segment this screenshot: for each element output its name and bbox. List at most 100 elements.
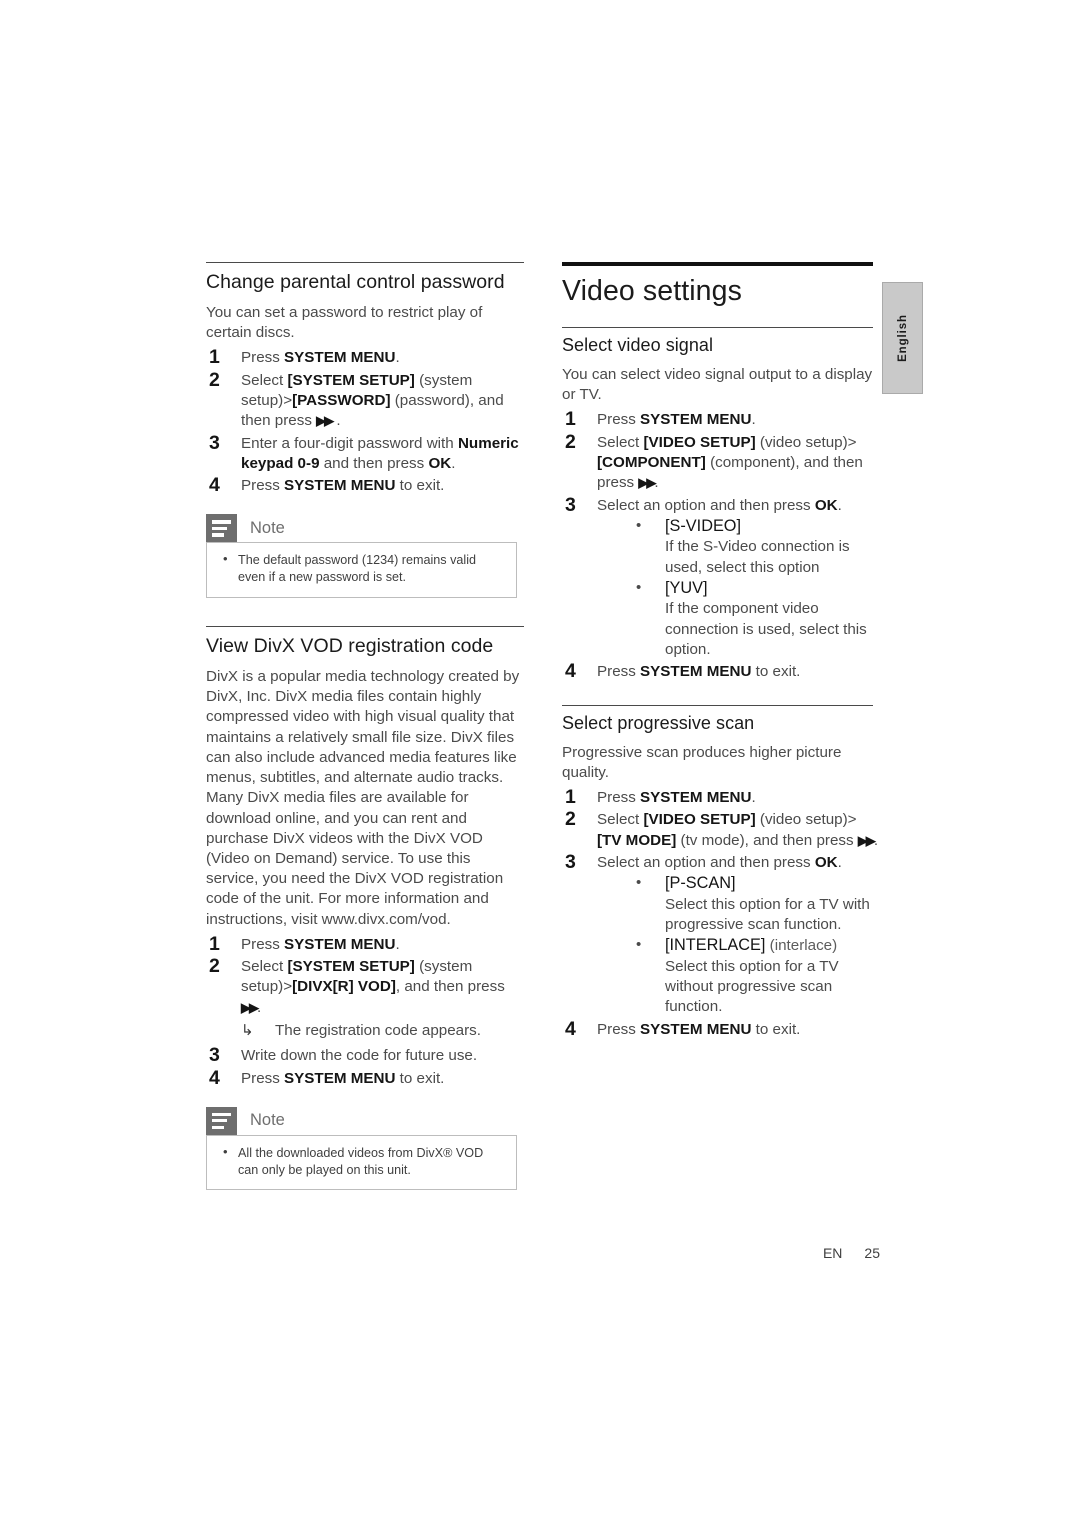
step-item: Press SYSTEM MENU to exit.	[206, 474, 524, 496]
language-tab: English	[882, 282, 923, 394]
steps-list: Press SYSTEM MENU. Select [SYSTEM SETUP]…	[206, 933, 524, 1089]
step-item: Press SYSTEM MENU to exit.	[206, 1066, 524, 1088]
right-column: Video settings Select video signal You c…	[562, 262, 880, 1042]
step-item: Press SYSTEM MENU to exit.	[562, 660, 880, 682]
bullet-icon: •	[636, 578, 642, 596]
option-description: Select this option for a TV without prog…	[665, 957, 839, 1016]
option-description: If the S-Video connection is used, selec…	[665, 538, 850, 576]
step-item: Press SYSTEM MENU.	[206, 346, 524, 368]
step-keyword: SYSTEM MENU	[640, 663, 752, 681]
step-text-suffix: .	[332, 412, 341, 430]
step-keyword-2: [PASSWORD]	[292, 392, 391, 409]
option-name: [INTERLACE] (interlace)	[665, 935, 880, 957]
fast-forward-icon: ▶▶	[638, 475, 656, 491]
steps-list: Press SYSTEM MENU. Select [VIDEO SETUP] …	[562, 786, 880, 1040]
note-title: Note	[250, 518, 285, 537]
step-text-suffix: .	[837, 496, 842, 514]
step-keyword: [SYSTEM SETUP]	[287, 371, 415, 389]
option-label: [P-SCAN]	[665, 874, 736, 893]
step-text: Press	[241, 1069, 285, 1087]
step-text: Press	[241, 349, 285, 367]
step-text-suffix: .	[395, 349, 400, 367]
section-intro-text: You can set a password to restrict play …	[206, 304, 483, 342]
step-text: Select	[597, 433, 644, 451]
note-body: • All the downloaded videos from DivX® VO…	[206, 1134, 517, 1191]
note-item: • All the downloaded videos from DivX® VO…	[217, 1143, 506, 1179]
note-title: Note	[250, 1111, 285, 1130]
step-text: Select an option and then press	[597, 853, 815, 871]
section-change-parental-control-password: Change parental control password You can…	[206, 262, 524, 599]
step-item: Press SYSTEM MENU.	[562, 408, 880, 430]
bullet-icon: •	[223, 1143, 228, 1159]
step-text: Write down the code for future use.	[241, 1047, 478, 1065]
bullet-icon: •	[223, 551, 228, 567]
step-keyword: SYSTEM MENU	[640, 1020, 752, 1038]
step-keyword: OK	[814, 853, 838, 871]
left-column: Change parental control password You can…	[206, 262, 524, 1191]
page-title: Video settings	[562, 275, 742, 307]
step-text: Select	[241, 958, 288, 976]
section-select-progressive-scan: Select progressive scan Progressive scan…	[562, 704, 880, 1040]
section-rule	[562, 704, 873, 706]
step-text-suffix: .	[837, 853, 842, 871]
language-tab-label: English	[896, 314, 909, 362]
section-rule	[206, 626, 524, 628]
note-box: Note • All the downloaded videos from Div…	[206, 1106, 517, 1191]
step-text-suffix: .	[873, 831, 879, 849]
step-text: Press	[597, 663, 641, 681]
section-intro-text: DivX is a popular media technology creat…	[206, 668, 520, 928]
option-paren: (interlace)	[765, 937, 838, 955]
bullet-icon: •	[636, 936, 642, 954]
step-text: Select an option and then press	[597, 496, 815, 514]
section-heading: Select video signal	[562, 335, 714, 355]
step-item: Select an option and then press OK. • [S…	[562, 494, 880, 661]
fast-forward-icon: ▶▶	[241, 999, 259, 1015]
option-label: [YUV]	[665, 578, 708, 597]
step-text: Press	[597, 411, 641, 429]
step-text-mid-2: (tv mode), and then press	[676, 831, 858, 849]
step-text-suffix: .	[257, 998, 262, 1016]
step-keyword: OK	[814, 496, 838, 514]
step-keyword: [VIDEO SETUP]	[643, 811, 756, 829]
step-item: Select [SYSTEM SETUP] (system setup)>[DI…	[206, 955, 524, 1041]
step-item: Select an option and then press OK. • [P…	[562, 851, 880, 1018]
step-item: Press SYSTEM MENU.	[562, 786, 880, 808]
bullet-icon: •	[636, 874, 642, 892]
option-name: [P-SCAN]	[665, 873, 880, 895]
step-text-suffix: .	[751, 411, 756, 429]
step-text-suffix: to exit.	[395, 1069, 445, 1087]
note-header: Note	[206, 514, 517, 543]
section-intro-text: You can select video signal output to a …	[562, 366, 873, 404]
options-list: • [S-VIDEO] If the S-Video connection is…	[597, 516, 880, 660]
step-keyword: [SYSTEM SETUP]	[287, 958, 415, 976]
step-text: Select	[241, 371, 288, 389]
step-text-suffix: .	[395, 935, 400, 953]
step-item: Select [VIDEO SETUP] (video setup)> [TV M…	[562, 808, 880, 851]
note-lines-icon	[206, 514, 237, 543]
section-rule	[206, 262, 524, 263]
step-text: Select	[597, 811, 644, 829]
step-text-mid: (video setup)>	[755, 433, 857, 451]
option-item: • [YUV] If the component video connectio…	[597, 578, 880, 660]
option-description: If the component video connection is use…	[665, 600, 867, 659]
section-heading: View DivX VOD registration code	[206, 635, 494, 658]
step-keyword: SYSTEM MENU	[284, 477, 396, 495]
section-heading: Change parental control password	[206, 271, 505, 293]
section-view-divx-vod-registration-code: View DivX VOD registration code DivX is …	[206, 626, 524, 1191]
step-text: Press	[241, 935, 285, 953]
step-text-suffix: .	[451, 454, 456, 472]
step-text: Press	[241, 477, 285, 495]
step-text-mid-2: , and then press	[395, 978, 505, 996]
page-footer: EN 25	[700, 1245, 880, 1261]
option-name: [YUV]	[665, 578, 880, 600]
note-item-text: The default password (1234) remains vali…	[238, 553, 477, 585]
step-item: Enter a four-digit password with Numeric…	[206, 432, 524, 475]
note-item-text: All the downloaded videos from DivX® VOD…	[238, 1145, 484, 1177]
step-text-mid: and then press	[319, 454, 429, 472]
step-keyword: SYSTEM MENU	[284, 1069, 396, 1087]
fast-forward-icon: ▶▶	[857, 832, 876, 848]
step-item: Press SYSTEM MENU to exit.	[562, 1018, 880, 1040]
bullet-icon: •	[636, 516, 642, 534]
step-keyword: SYSTEM MENU	[640, 411, 752, 429]
options-list: • [P-SCAN] Select this option for a TV w…	[597, 873, 880, 1017]
